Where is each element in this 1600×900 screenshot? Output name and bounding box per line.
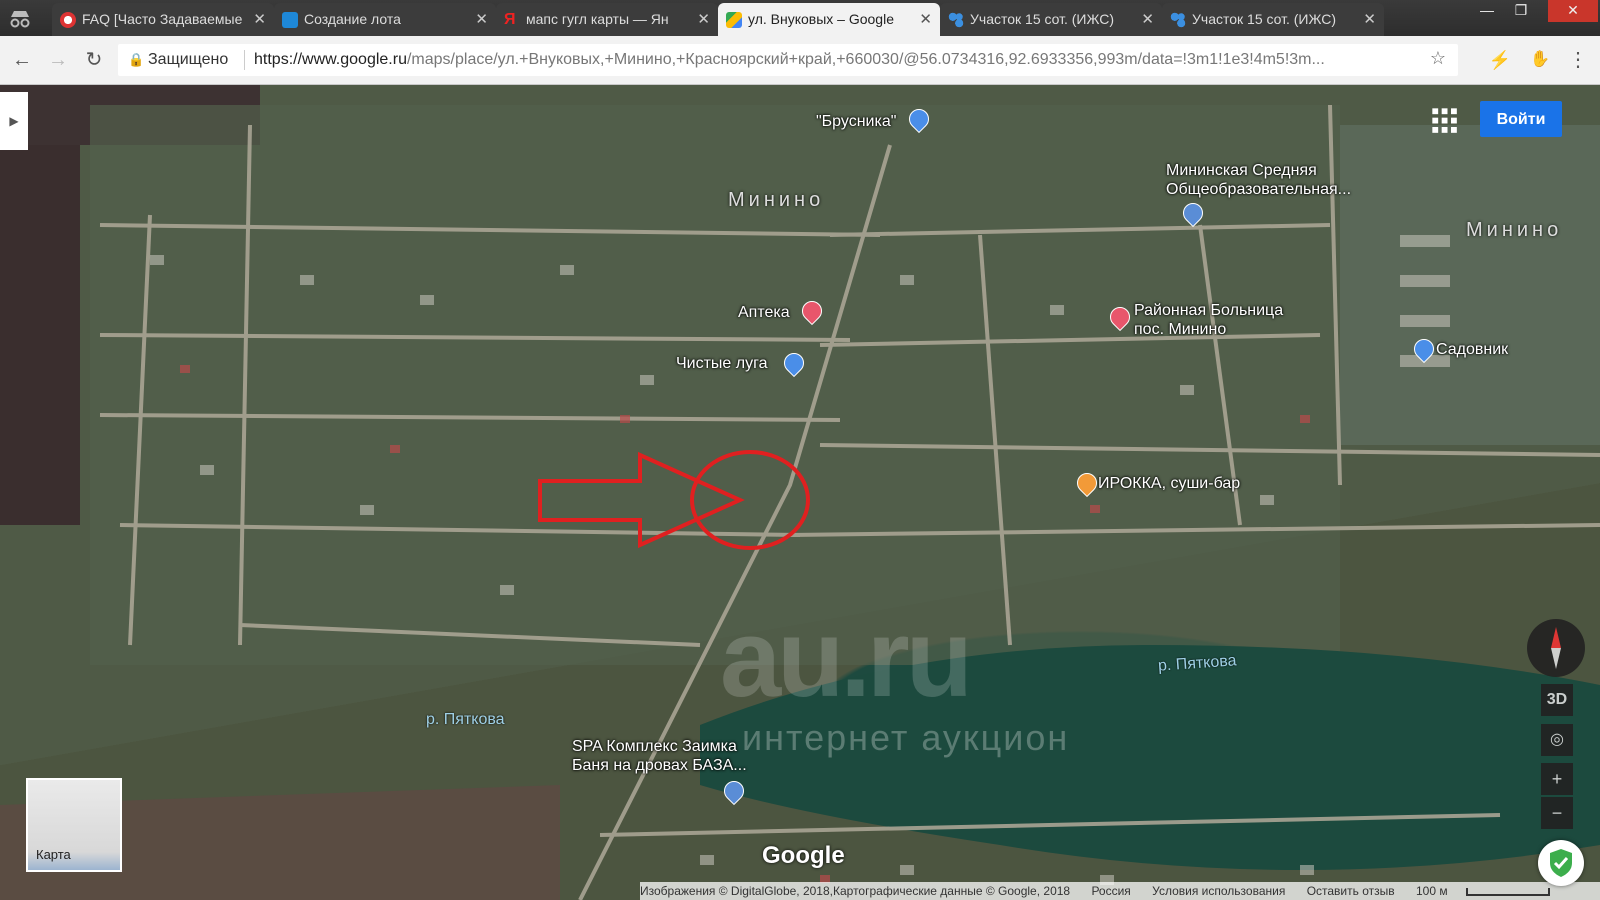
town-label: Минино: [728, 189, 825, 211]
satellite-map[interactable]: au.ru интернет аукцион Минино Минино "Бр…: [0, 85, 1600, 900]
close-icon[interactable]: ✕: [475, 3, 488, 36]
address-toolbar: ← → ↻ 🔒 Защищено https://www.google.ru/m…: [0, 36, 1600, 85]
tab-google-maps[interactable]: ул. Внуковых – Google ✕: [718, 3, 940, 36]
bookmark-star-icon[interactable]: ☆: [1430, 48, 1446, 69]
login-button[interactable]: Войти: [1480, 101, 1562, 137]
place-label-school[interactable]: Мининская Средняя Общеобразовательная...: [1166, 161, 1351, 199]
scale-label[interactable]: 100 м: [1416, 884, 1448, 898]
3d-button[interactable]: 3D: [1541, 684, 1573, 716]
close-icon[interactable]: ✕: [253, 3, 266, 36]
back-button[interactable]: ←: [8, 46, 36, 74]
yandex-icon: Я: [504, 11, 516, 28]
au-icon: [282, 12, 298, 28]
my-location-icon[interactable]: ◎: [1541, 724, 1573, 756]
shield-check-icon[interactable]: [1538, 840, 1584, 886]
tab-label: ул. Внуковых – Google: [748, 11, 894, 27]
google-maps-icon: [726, 12, 742, 28]
tab-label: Создание лота: [304, 11, 401, 27]
close-icon[interactable]: ✕: [919, 3, 932, 36]
feedback-link[interactable]: Оставить отзыв: [1307, 884, 1395, 898]
minimap-label: Карта: [36, 847, 71, 862]
close-window-button[interactable]: ✕: [1548, 0, 1598, 22]
close-icon[interactable]: ✕: [1363, 3, 1376, 36]
watermark-logo: au.ru: [720, 597, 973, 720]
google-logo: Google: [762, 842, 845, 869]
tab-strip: FAQ [Часто Задаваемые ✕ Создание лота ✕ …: [0, 0, 1600, 36]
lightning-extension-icon[interactable]: ⚡: [1486, 46, 1514, 74]
place-label-spa[interactable]: SPA Комплекс Заимка Баня на дровах БАЗА.…: [572, 737, 747, 775]
url-text[interactable]: https://www.google.ru/maps/place/ул.+Вну…: [254, 51, 1414, 69]
tab-label: FAQ [Часто Задаваемые: [82, 11, 243, 27]
place-label-brusnika[interactable]: "Брусника": [816, 113, 896, 131]
menu-icon[interactable]: ⋮: [1564, 46, 1592, 74]
close-icon[interactable]: ✕: [1141, 3, 1154, 36]
extension-icon[interactable]: ✋: [1526, 46, 1554, 74]
attribution-bar: Изображения © DigitalGlobe, 2018,Картогр…: [640, 882, 1600, 900]
minimize-button[interactable]: —: [1470, 0, 1504, 22]
forward-button[interactable]: →: [44, 46, 72, 74]
apps-grid-icon[interactable]: [1430, 106, 1458, 134]
tab-label: Участок 15 сот. (ИЖС): [970, 11, 1115, 27]
map-type-switcher[interactable]: Карта: [26, 778, 122, 872]
town-label: Минино: [1466, 219, 1563, 241]
side-panel-toggle[interactable]: ▶: [0, 92, 28, 150]
address-bar[interactable]: 🔒 Защищено https://www.google.ru/maps/pl…: [118, 44, 1458, 76]
zoom-out-button[interactable]: −: [1541, 797, 1573, 829]
reload-button[interactable]: ↻: [80, 46, 108, 74]
au-drops-icon: [948, 12, 964, 28]
place-label-pharmacy[interactable]: Аптека: [738, 304, 790, 322]
terms-link[interactable]: Условия использования: [1152, 884, 1285, 898]
tab-plot-1[interactable]: Участок 15 сот. (ИЖС) ✕: [940, 3, 1162, 36]
divider: [244, 50, 245, 70]
imagery-credit: Изображения © DigitalGlobe, 2018,Картогр…: [640, 884, 1071, 898]
incognito-icon: [10, 11, 30, 28]
tab-faq[interactable]: FAQ [Часто Задаваемые ✕: [52, 3, 274, 36]
tab-create-lot[interactable]: Создание лота ✕: [274, 3, 496, 36]
scale-bar: [1465, 887, 1550, 896]
place-label-sadovnik[interactable]: Садовник: [1436, 341, 1508, 359]
lock-icon: 🔒: [128, 52, 145, 67]
tab-yandex[interactable]: Я мапс гугл карты — Ян ✕: [496, 3, 718, 36]
compass-icon[interactable]: [1527, 619, 1585, 677]
tab-label: Участок 15 сот. (ИЖС): [1192, 11, 1337, 27]
opera-icon: [60, 12, 76, 28]
region-link[interactable]: Россия: [1091, 884, 1130, 898]
place-label-hospital[interactable]: Районная Больница пос. Минино: [1134, 301, 1283, 339]
security-label: Защищено: [148, 51, 229, 68]
watermark-subtitle: интернет аукцион: [742, 717, 1070, 758]
tab-label: мапс гугл карты — Ян: [526, 11, 669, 27]
place-label-chistye-luga[interactable]: Чистые луга: [676, 355, 768, 373]
maximize-button[interactable]: ❐: [1504, 0, 1538, 22]
tab-plot-2[interactable]: Участок 15 сот. (ИЖС) ✕: [1162, 3, 1384, 36]
zoom-in-button[interactable]: +: [1541, 763, 1573, 795]
au-drops-icon: [1170, 12, 1186, 28]
close-icon[interactable]: ✕: [697, 3, 710, 36]
river-label: р. Пяткова: [426, 711, 505, 728]
place-label-irokka[interactable]: ИРОККА, суши-бар: [1098, 475, 1240, 493]
